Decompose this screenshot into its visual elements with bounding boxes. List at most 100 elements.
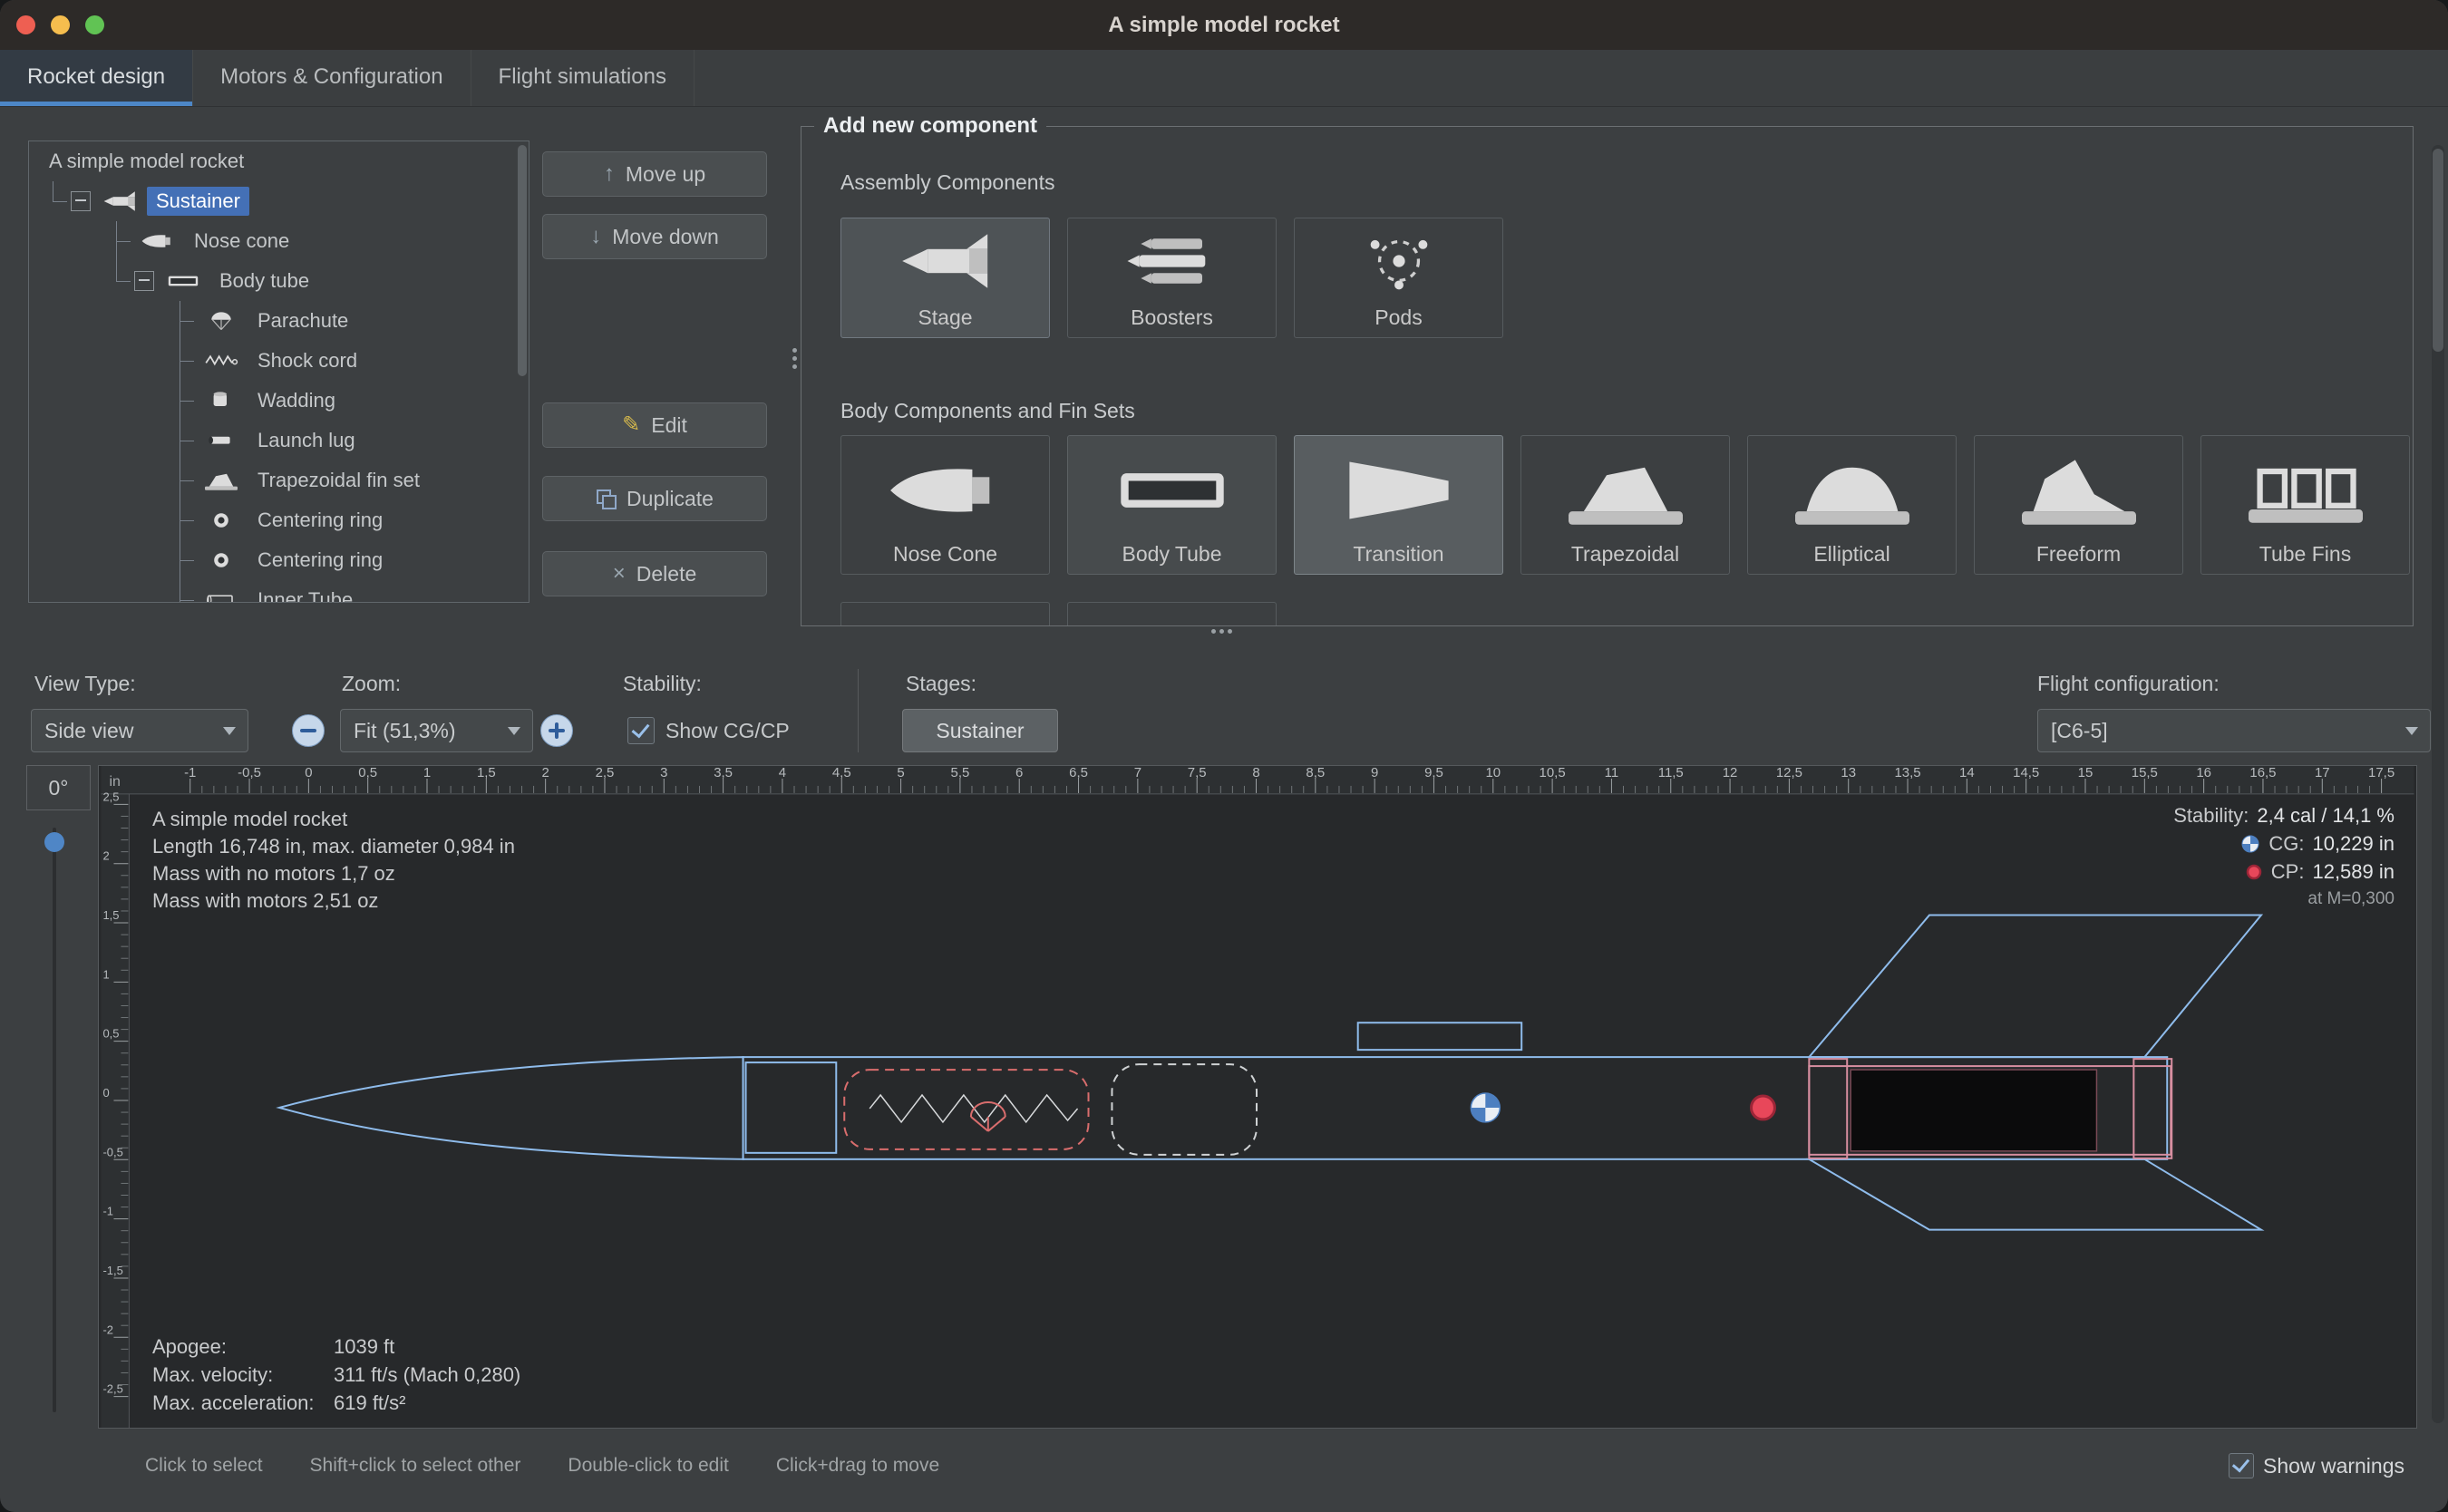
tree-item-label: Trapezoidal fin set: [248, 466, 429, 495]
vertical-drag-handle[interactable]: [792, 348, 797, 353]
component-card-transition[interactable]: Transition: [1294, 435, 1503, 575]
svg-text:15,5: 15,5: [2132, 766, 2158, 780]
duplicate-button[interactable]: Duplicate: [542, 476, 767, 521]
show-warnings-checkbox[interactable]: [2229, 1453, 2254, 1478]
nose-shoulder[interactable]: [746, 1062, 837, 1153]
view-type-select[interactable]: Side view: [31, 709, 248, 752]
rocket-canvas[interactable]: in -1-0,500,511,522,533,544,555,566,577,…: [98, 765, 2417, 1429]
window-scrollbar[interactable]: [2432, 145, 2444, 1423]
centering-ring-fore[interactable]: [1809, 1059, 1847, 1158]
component-card-freeform[interactable]: Freeform: [1974, 435, 2183, 575]
svg-text:10,5: 10,5: [1540, 766, 1566, 780]
stages-label: Stages:: [906, 672, 976, 696]
delete-icon: ×: [613, 563, 626, 585]
expand-toggle[interactable]: [134, 271, 154, 291]
expand-toggle[interactable]: [71, 191, 91, 211]
tree-item-inner-tube[interactable]: Inner Tube: [29, 580, 529, 603]
rotation-slider-track[interactable]: [53, 828, 56, 1412]
svg-text:11: 11: [1605, 766, 1619, 780]
tree-item-label: Launch lug: [248, 426, 364, 455]
tree-scrollbar-thumb[interactable]: [518, 145, 527, 376]
zoom-in-button[interactable]: [540, 714, 573, 747]
tree-item-label: Parachute: [248, 306, 357, 335]
svg-text:0: 0: [305, 766, 312, 780]
status-hints: Click to selectShift+click to select oth…: [145, 1455, 939, 1477]
nose-cone-icon: [138, 230, 178, 252]
flight-stats: Apogee:1039 ftMax. velocity:311 ft/s (Ma…: [152, 1333, 520, 1417]
svg-text:6,5: 6,5: [1069, 766, 1088, 780]
tree-scrollbar[interactable]: [517, 143, 528, 598]
component-card-body-tube[interactable]: Body Tube: [1067, 435, 1277, 575]
show-cgcp-checkbox[interactable]: [627, 717, 655, 744]
ring-icon: [201, 549, 241, 571]
tree-item-parachute[interactable]: Parachute: [29, 301, 529, 341]
tree-item-a-simple-model-rocket[interactable]: A simple model rocket: [29, 141, 529, 181]
cp-value: 12,589 in: [2312, 860, 2395, 884]
centering-ring-aft[interactable]: [2133, 1059, 2171, 1158]
window-scrollbar-thumb[interactable]: [2433, 149, 2443, 352]
horizontal-drag-handle[interactable]: [1211, 629, 1216, 634]
zoom-label: Zoom:: [342, 672, 401, 696]
component-card-trapezoidal[interactable]: Trapezoidal: [1520, 435, 1730, 575]
ruler-unit: in: [109, 774, 120, 790]
component-card-elliptical[interactable]: Elliptical: [1747, 435, 1957, 575]
parachute-icon: [971, 1102, 1005, 1131]
body-tube-icon: [1104, 452, 1240, 528]
nose-cone-outline[interactable]: [279, 1057, 743, 1159]
svg-text:13: 13: [1841, 766, 1856, 780]
tree-item-centering-ring[interactable]: Centering ring: [29, 540, 529, 580]
svg-text:3: 3: [660, 766, 667, 780]
tree-item-trapezoidal-fin-set[interactable]: Trapezoidal fin set: [29, 460, 529, 500]
move-up-button[interactable]: ↑Move up: [542, 151, 767, 197]
tab-flight-simulations[interactable]: Flight simulations: [471, 50, 695, 106]
tree-item-body-tube[interactable]: Body tube: [29, 261, 529, 301]
fin-free-icon: [2011, 452, 2147, 528]
svg-text:1,5: 1,5: [102, 908, 119, 922]
svg-text:5: 5: [897, 766, 904, 780]
parachute-outline[interactable]: [844, 1070, 1088, 1149]
fin-lower[interactable]: [1809, 1159, 2261, 1230]
tree-item-label: A simple model rocket: [40, 147, 253, 176]
edit-button[interactable]: ✎Edit: [542, 402, 767, 448]
svg-text:3,5: 3,5: [714, 766, 733, 780]
cp-symbol: [1752, 1096, 1775, 1119]
window-title: A simple model rocket: [0, 0, 2448, 50]
zoom-select[interactable]: Fit (51,3%): [340, 709, 533, 752]
component-card-tube-fins[interactable]: Tube Fins: [2200, 435, 2410, 575]
launch-lug[interactable]: [1358, 1023, 1522, 1050]
fin-upper[interactable]: [1809, 916, 2261, 1058]
tube-fins-icon: [2238, 452, 2374, 528]
svg-text:2,5: 2,5: [102, 790, 119, 803]
shock-cord-outline[interactable]: [1112, 1064, 1257, 1155]
motor[interactable]: [1851, 1070, 2096, 1151]
svg-text:7: 7: [1134, 766, 1141, 780]
component-card-stage[interactable]: Stage: [840, 218, 1050, 338]
maximize-button[interactable]: [85, 15, 104, 34]
tree-item-launch-lug[interactable]: Launch lug: [29, 421, 529, 460]
tree-item-nose-cone[interactable]: Nose cone: [29, 221, 529, 261]
svg-text:15: 15: [2078, 766, 2093, 780]
component-card-boosters[interactable]: Boosters: [1067, 218, 1277, 338]
tab-rocket-design[interactable]: Rocket design: [0, 50, 193, 106]
flight-config-select[interactable]: [C6-5]: [2037, 709, 2431, 752]
tab-motors-configuration[interactable]: Motors & Configuration: [193, 50, 471, 106]
component-card-partial[interactable]: [840, 602, 1050, 625]
minimize-button[interactable]: [51, 15, 70, 34]
stage-toggle-sustainer[interactable]: Sustainer: [902, 709, 1058, 752]
move-down-button[interactable]: ↓Move down: [542, 214, 767, 259]
add-component-panel: Add new component Assembly ComponentsSta…: [801, 126, 2414, 626]
tree-item-centering-ring[interactable]: Centering ring: [29, 500, 529, 540]
tree-item-shock-cord[interactable]: Shock cord: [29, 341, 529, 381]
component-card-pods[interactable]: Pods: [1294, 218, 1503, 338]
svg-text:7,5: 7,5: [1188, 766, 1207, 780]
zoom-out-button[interactable]: [292, 714, 325, 747]
rotation-slider-thumb[interactable]: [44, 832, 64, 852]
component-card-nose-cone[interactable]: Nose Cone: [840, 435, 1050, 575]
close-button[interactable]: [16, 15, 35, 34]
launch-lug-icon: [201, 430, 241, 451]
tree-item-wadding[interactable]: Wadding: [29, 381, 529, 421]
delete-button[interactable]: ×Delete: [542, 551, 767, 596]
component-card-partial[interactable]: [1067, 602, 1277, 625]
component-tree-panel: A simple model rocket SustainerNose coneB…: [28, 141, 529, 603]
tree-item-sustainer[interactable]: Sustainer: [29, 181, 529, 221]
